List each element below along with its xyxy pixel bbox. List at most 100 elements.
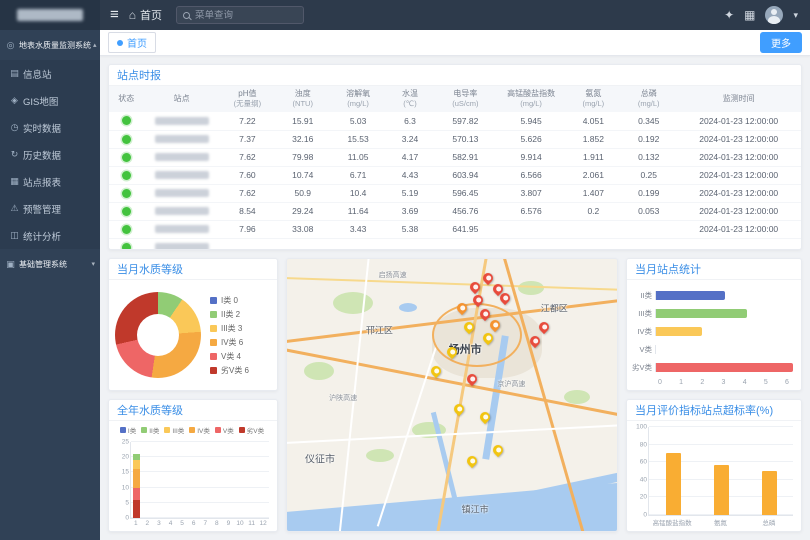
bar[interactable] [656, 363, 793, 372]
bar[interactable] [714, 465, 729, 515]
sidebar-item[interactable]: ◷实时数据 [0, 114, 100, 141]
legend-label: III类 [172, 425, 184, 435]
bar[interactable] [656, 327, 702, 336]
legend-item[interactable]: III类 [164, 425, 184, 435]
column-header: 氨氮(mg/L) [566, 86, 621, 112]
user-avatar[interactable] [765, 6, 783, 24]
map-pin[interactable] [465, 372, 479, 386]
bar-column [200, 442, 212, 518]
axis-tick: 12 [257, 520, 269, 527]
legend-item[interactable]: V类 4 [210, 351, 249, 362]
bar-column [235, 442, 247, 518]
map-pin[interactable] [471, 293, 485, 307]
cell-value [220, 238, 275, 250]
layout-grid-icon[interactable]: ▦ [744, 8, 755, 22]
chevron-down-icon[interactable]: ▾ [793, 10, 798, 21]
legend-item[interactable]: II类 2 [210, 309, 249, 320]
sidebar-item[interactable]: ▦站点报表 [0, 168, 100, 195]
map-pin[interactable] [468, 280, 482, 294]
bar[interactable] [666, 453, 681, 515]
map-markers [287, 259, 617, 531]
map-pin[interactable] [537, 320, 551, 334]
tab-home[interactable]: 首页 [108, 32, 156, 53]
legend-item[interactable]: II类 [141, 425, 159, 435]
sidebar-item-label: 统计分析 [23, 229, 61, 243]
stacked-legend: I类 II类 III类 IV类 V类劣V类 [115, 425, 269, 435]
map-pin[interactable] [452, 402, 466, 416]
station-name-redacted [155, 171, 209, 179]
legend-item[interactable]: 劣V类 [239, 425, 264, 435]
map-pin[interactable] [488, 318, 502, 332]
breadcrumb[interactable]: ⌂ 首页 [129, 7, 162, 23]
legend-swatch [215, 427, 221, 433]
column-header: pH值(无量纲) [220, 86, 275, 112]
map-pin[interactable] [428, 364, 442, 378]
panel-exceed-rate: 当月评价指标站点超标率(%) 020406080100 高锰酸盐指数氨氮总磷 [626, 399, 802, 532]
legend-item[interactable]: V类 [215, 425, 234, 435]
more-button[interactable]: 更多 [760, 32, 802, 53]
sidebar-item[interactable]: ▤信息站 [0, 60, 100, 87]
sidebar-group-header[interactable]: ▣基础管理系统▾ [0, 249, 100, 279]
vbar-chart-body: 020406080100 高锰酸盐指数氨氮总磷 [627, 421, 801, 531]
dashboard-content: 站点时报 状态站点pH值(无量纲)浊度(NTU)溶解氧(mg/L)水温(℃)电导… [100, 56, 810, 540]
column-header: 总磷(mg/L) [621, 86, 676, 112]
cell-value: 6.71 [330, 166, 385, 184]
map-pin[interactable] [527, 334, 541, 348]
badge-icon[interactable]: ✦ [724, 8, 734, 22]
cell-value: 5.03 [330, 112, 385, 130]
legend-label: III类 3 [221, 323, 242, 334]
legend-label: V类 4 [221, 351, 241, 362]
map-pin[interactable] [481, 271, 495, 285]
bar[interactable] [656, 291, 725, 300]
sidebar-item[interactable]: ↻历史数据 [0, 141, 100, 168]
axis-tick: 总磷 [745, 517, 793, 527]
menu-search-input[interactable] [195, 10, 297, 21]
map-pin[interactable] [455, 301, 469, 315]
stacked-xlabels: 123456789101112 [130, 519, 269, 529]
map-pin[interactable] [478, 410, 492, 424]
gis-map[interactable]: 扬州市江都区邗江区仪征市镇江市启扬高速沪陕高速京沪高速 [286, 258, 618, 532]
menu-search[interactable] [176, 6, 304, 24]
cell-value: 7.22 [220, 112, 275, 130]
legend-swatch [210, 339, 217, 346]
map-pin[interactable] [491, 443, 505, 457]
legend-item[interactable]: I类 [120, 425, 136, 435]
map-pin[interactable] [445, 345, 459, 359]
legend-item[interactable]: 劣V类 6 [210, 365, 249, 376]
cell-value: 0.199 [621, 184, 676, 202]
axis-tick: 3 [722, 379, 726, 386]
sidebar-item[interactable]: ◫统计分析 [0, 222, 100, 249]
sidebar-item[interactable]: ⚠预警管理 [0, 195, 100, 222]
bar[interactable] [656, 309, 747, 318]
bar-columns [131, 442, 269, 518]
hamburger-menu-icon[interactable]: ≡ [100, 0, 129, 30]
column-header: 电导率(uS/cm) [434, 86, 496, 112]
map-pin[interactable] [465, 454, 479, 468]
bar-track [655, 309, 793, 318]
status-dot-green [122, 116, 131, 125]
status-dot-green [122, 135, 131, 144]
sidebar-group-header[interactable]: ◎地表水质量监测系统▴ [0, 30, 100, 60]
settings-icon: ▣ [5, 259, 16, 270]
legend-item[interactable]: III类 3 [210, 323, 249, 334]
cell-value: 50.9 [275, 184, 330, 202]
table-body: 7.2215.915.036.3597.825.9454.0510.345202… [109, 112, 801, 250]
bar[interactable] [762, 471, 777, 515]
map-pin[interactable] [461, 320, 475, 334]
panel-title: 当月站点统计 [627, 259, 801, 280]
axis-tick: 3 [153, 520, 165, 527]
axis-tick: 15 [122, 469, 131, 476]
legend-item[interactable]: I类 0 [210, 295, 249, 306]
sidebar-menu: ◎地表水质量监测系统▴▤信息站◈GIS地图◷实时数据↻历史数据▦站点报表⚠预警管… [0, 30, 100, 279]
table-row: 7.6279.9811.054.17582.919.9141.9110.1322… [109, 148, 801, 166]
map-pin[interactable] [481, 331, 495, 345]
cell-value: 2.061 [566, 166, 621, 184]
legend-item[interactable]: IV类 6 [210, 337, 249, 348]
legend-item[interactable]: IV类 [189, 425, 210, 435]
cell-time: 2024-01-23 12:00:00 [676, 202, 801, 220]
legend-swatch [141, 427, 147, 433]
sidebar-item[interactable]: ◈GIS地图 [0, 87, 100, 114]
map-pin[interactable] [478, 307, 492, 321]
bar-column [177, 442, 189, 518]
cell-value: 33.08 [275, 220, 330, 238]
